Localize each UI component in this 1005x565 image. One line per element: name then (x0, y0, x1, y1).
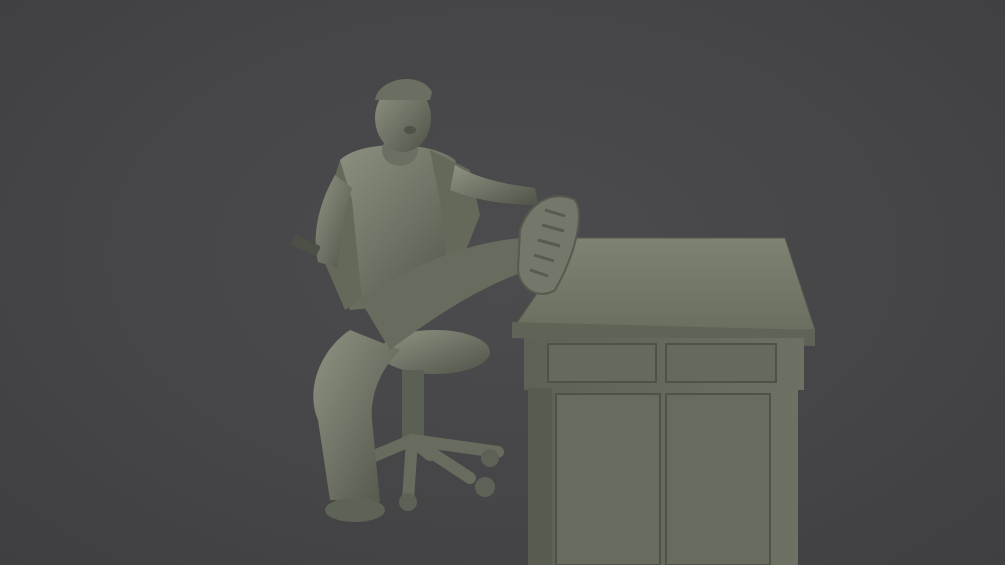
chair-post (402, 370, 424, 440)
figure-left-leg (313, 330, 400, 502)
figure-mouth (404, 126, 416, 134)
chair-wheel (399, 493, 417, 511)
figure-cap (375, 78, 432, 100)
drawer-right (665, 343, 777, 383)
render-viewport (0, 0, 1005, 565)
chair-wheel (481, 449, 499, 467)
chair-wheel (475, 477, 495, 497)
cabinet-door-left (555, 393, 661, 565)
drawer-left (547, 343, 657, 383)
figure-left-shoe (325, 498, 385, 522)
cabinet-door-right (665, 393, 771, 565)
sculpt-scene (291, 78, 816, 565)
desk-side-left (528, 388, 552, 565)
